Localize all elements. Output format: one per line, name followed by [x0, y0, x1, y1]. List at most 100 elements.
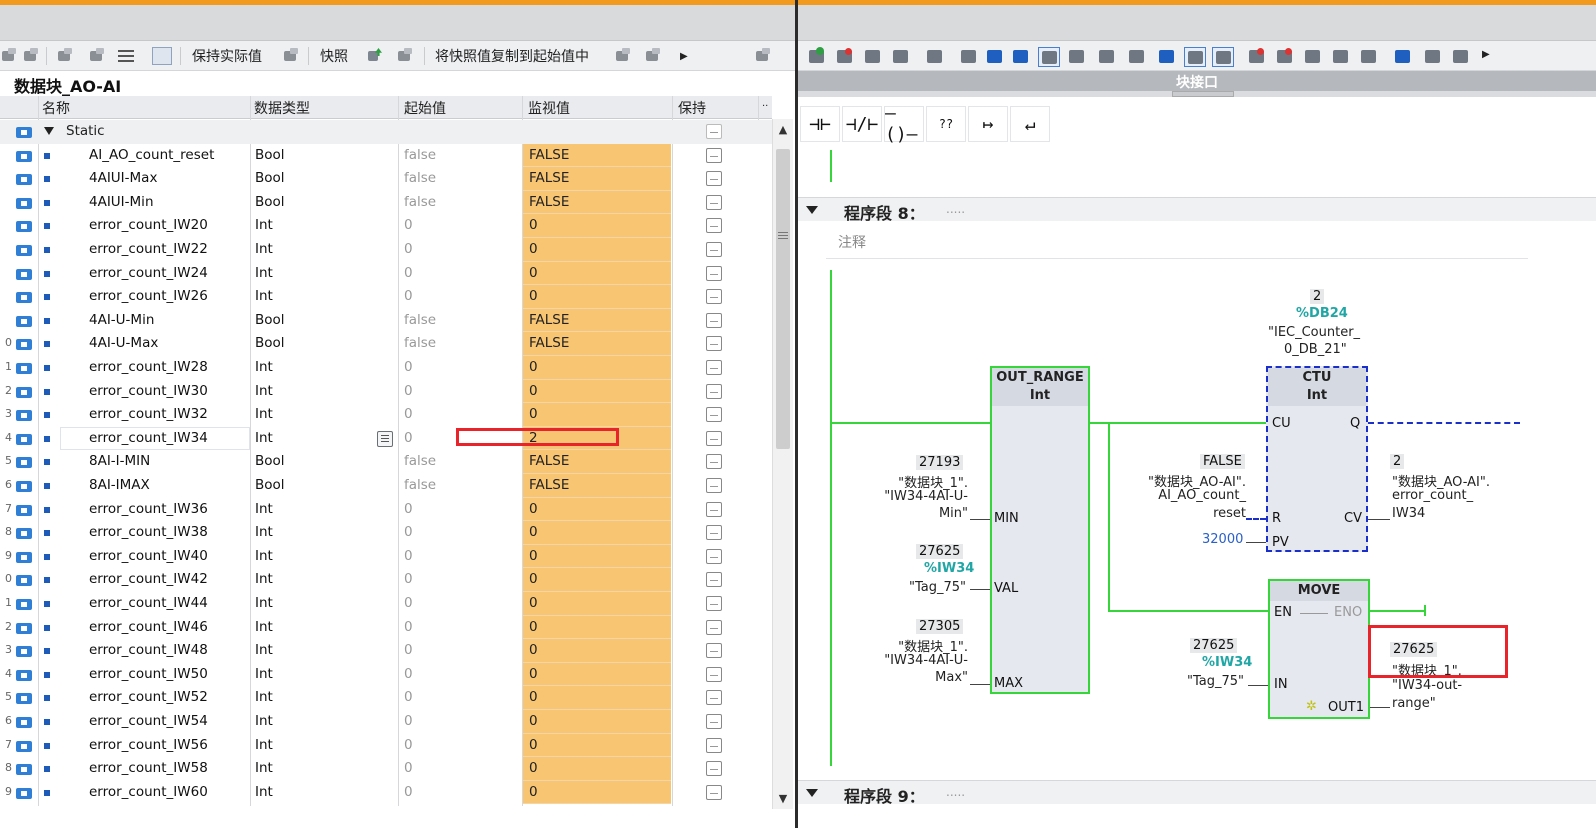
var-name[interactable]: error_count_IW42	[89, 571, 208, 587]
insert-network-icon[interactable]	[806, 47, 828, 67]
monitor-toggle-icon[interactable]	[152, 45, 172, 67]
table-row[interactable]: 9 error_count_IW40 Int 0 0	[0, 544, 772, 569]
var-type[interactable]: Int	[255, 713, 273, 729]
list-icon[interactable]	[958, 47, 980, 67]
var-name[interactable]: error_count_IW46	[89, 619, 208, 635]
var-type[interactable]: Int	[255, 524, 273, 540]
retain-checkbox[interactable]	[706, 407, 722, 423]
out-range-block[interactable]: OUT_RANGE Int	[990, 366, 1090, 694]
var-type[interactable]: Int	[255, 359, 273, 375]
var-start-value[interactable]: false	[404, 477, 436, 493]
var-name[interactable]: error_count_IW56	[89, 737, 208, 753]
table-row[interactable]: error_count_IW26 Int 0 0	[0, 285, 772, 309]
retain-checkbox[interactable]	[706, 501, 722, 517]
retain-checkbox[interactable]	[706, 572, 722, 588]
panel-layout-icon[interactable]	[754, 45, 772, 67]
var-type[interactable]: Int	[255, 642, 273, 658]
retain-checkbox[interactable]	[706, 619, 722, 635]
table-vertical-scrollbar[interactable]: ▲ ▼	[772, 119, 793, 809]
var-start-value[interactable]: 0	[404, 359, 413, 375]
retain-checkbox[interactable]	[706, 265, 722, 281]
col-header-start[interactable]: 起始值	[404, 98, 446, 118]
var-name[interactable]: AI_AO_count_reset	[89, 147, 214, 163]
scroll-down-icon[interactable]: ▼	[775, 791, 791, 807]
var-type[interactable]: Int	[255, 548, 273, 564]
var-type[interactable]: Bool	[255, 453, 285, 469]
var-start-value[interactable]: false	[404, 453, 436, 469]
retain-checkbox[interactable]	[706, 690, 722, 706]
retain-checkbox[interactable]	[706, 194, 722, 210]
var-name[interactable]: 4AIUI-Max	[89, 170, 157, 186]
table-row[interactable]: 6 error_count_IW54 Int 0 0	[0, 710, 772, 734]
monitor-on-icon[interactable]	[1246, 47, 1268, 67]
var-start-value[interactable]: 0	[404, 571, 413, 587]
list-view-icon[interactable]	[118, 45, 134, 67]
table-row[interactable]: 2 error_count_IW46 Int 0 0	[0, 615, 772, 640]
table-row[interactable]: 5 8AI-I-MIN Bool false FALSE	[0, 450, 772, 474]
var-start-value[interactable]: 0	[404, 737, 413, 753]
var-name[interactable]: error_count_IW48	[89, 642, 208, 658]
comment-toggle-icon[interactable]	[1038, 47, 1060, 67]
add-row-icon[interactable]	[22, 45, 40, 67]
collapse-network-icon[interactable]	[806, 206, 818, 214]
var-type[interactable]: Int	[255, 737, 273, 753]
var-type[interactable]: Bool	[255, 170, 285, 186]
empty-box-button[interactable]: ??	[926, 106, 966, 142]
callstack-icon[interactable]	[1392, 47, 1414, 67]
indent-icon[interactable]	[1422, 47, 1444, 67]
compare-icon[interactable]	[1302, 47, 1324, 67]
var-name[interactable]: error_count_IW40	[89, 548, 208, 564]
network-8-header[interactable]: 程序段 8： .....	[798, 197, 1596, 223]
close-branch-icon[interactable]	[890, 47, 912, 67]
table-row[interactable]: AI_AO_count_reset Bool false FALSE	[0, 143, 772, 168]
var-name[interactable]: 4AI-U-Max	[89, 335, 158, 351]
insert-branch-icon[interactable]	[862, 47, 884, 67]
var-start-value[interactable]: 0	[404, 784, 413, 800]
var-type[interactable]: Int	[255, 383, 273, 399]
table-row[interactable]: error_count_IW24 Int 0 0	[0, 261, 772, 286]
download-block-icon[interactable]	[1358, 47, 1380, 67]
retain-checkbox[interactable]	[706, 454, 722, 470]
no-contact-button[interactable]: ⊣⊢	[800, 106, 840, 142]
var-type[interactable]: Int	[255, 217, 273, 233]
retain-checkbox[interactable]	[706, 643, 722, 659]
table-row[interactable]: 8 error_count_IW58 Int 0 0	[0, 757, 772, 781]
block-interface-bar[interactable]: 块接口	[798, 71, 1596, 91]
table-row[interactable]: 4AI-U-Min Bool false FALSE	[0, 308, 772, 333]
var-start-value[interactable]: false	[404, 312, 436, 328]
table-row[interactable]: 5 error_count_IW52 Int 0 0	[0, 686, 772, 710]
retain-checkbox[interactable]	[706, 714, 722, 729]
var-type[interactable]: Int	[255, 689, 273, 705]
var-type[interactable]: Bool	[255, 147, 285, 163]
table-row[interactable]: 0 error_count_IW42 Int 0 0	[0, 568, 772, 592]
delete-network-icon[interactable]	[834, 47, 856, 67]
table-row[interactable]: 3 error_count_IW48 Int 0 0	[0, 639, 772, 663]
table-row[interactable]: 2 error_count_IW30 Int 0 0	[0, 379, 772, 404]
var-type[interactable]: Int	[255, 241, 273, 257]
var-start-value[interactable]: false	[404, 194, 436, 210]
var-type[interactable]: Int	[255, 760, 273, 776]
abs-address-icon[interactable]	[1066, 47, 1088, 67]
outdent-icon[interactable]	[1450, 47, 1472, 67]
col-header-name[interactable]: 名称	[42, 98, 70, 118]
monitor-off-icon[interactable]	[1274, 47, 1296, 67]
table-row[interactable]: 3 error_count_IW32 Int 0 0	[0, 403, 772, 427]
retain-checkbox[interactable]	[706, 242, 722, 257]
window-icon[interactable]	[984, 47, 1006, 67]
retain-checkbox[interactable]	[706, 666, 722, 682]
retain-checkbox[interactable]	[706, 124, 722, 139]
open-branch-button[interactable]: ↦	[968, 106, 1008, 142]
var-start-value[interactable]: 0	[404, 689, 413, 705]
table-row[interactable]: 4 error_count_IW34 Int 0 2	[0, 426, 772, 451]
var-start-value[interactable]: 0	[404, 383, 413, 399]
var-type[interactable]: Int	[255, 784, 273, 800]
network-comment[interactable]: 注释	[838, 232, 866, 252]
favorites-bar-icon[interactable]	[1212, 47, 1234, 67]
var-start-value[interactable]: 0	[404, 619, 413, 635]
var-type[interactable]: Int	[255, 666, 273, 682]
table-row[interactable]: 4AIUI-Min Bool false FALSE	[0, 190, 772, 215]
var-name[interactable]: error_count_IW38	[89, 524, 208, 540]
var-type[interactable]: Int	[255, 265, 273, 281]
close-branch-button[interactable]: ↵	[1010, 106, 1050, 142]
col-header-type[interactable]: 数据类型	[254, 98, 310, 118]
